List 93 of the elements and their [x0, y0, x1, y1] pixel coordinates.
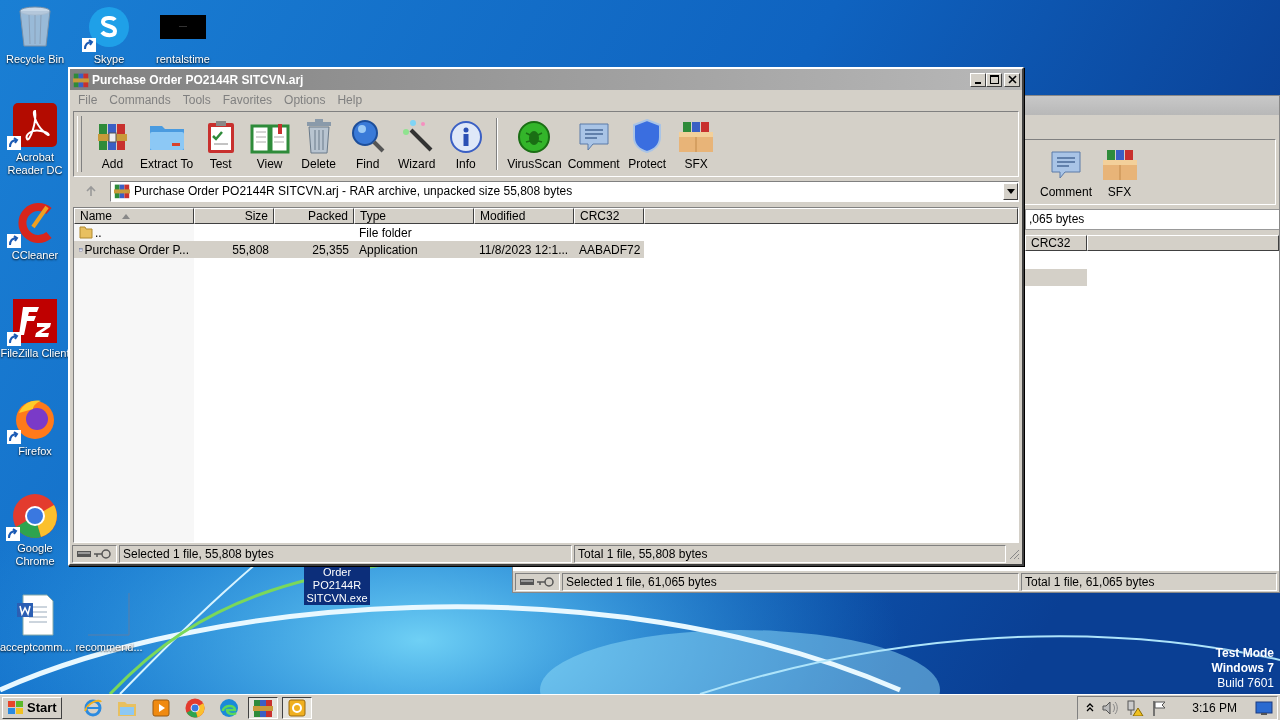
toolbar-button[interactable]: Info [441, 112, 491, 176]
ring-app-icon [287, 698, 306, 717]
taskbar-button[interactable] [281, 696, 312, 719]
books-icon [73, 71, 89, 88]
toolbar-button[interactable]: Delete [294, 112, 344, 176]
table-cell: 25,355 [312, 242, 349, 257]
edge-icon [218, 697, 239, 718]
folder-icon [79, 226, 93, 239]
column-header[interactable]: Modified [474, 208, 574, 224]
toolbar-button[interactable]: VirusScan [504, 112, 565, 176]
column-header[interactable]: Name [74, 208, 194, 224]
books-icon [252, 697, 273, 718]
minimize-icon [975, 81, 981, 84]
toolbar-button[interactable]: Wizard [392, 112, 442, 176]
column-header[interactable]: CRC32 [574, 208, 644, 224]
icon-label[interactable]: CCleaner [11, 249, 59, 262]
drive-icon [77, 550, 91, 557]
chevron-up-icon[interactable] [1086, 703, 1095, 712]
table-cell: Purchase Order P... [84, 242, 189, 257]
table-cell: .. [95, 225, 102, 240]
media-player-icon [151, 698, 170, 717]
minimize-button[interactable] [970, 72, 986, 87]
maximize-icon [989, 75, 999, 84]
status-text: Total 1 file, 61,065 bytes [1021, 572, 1277, 591]
toolbar-button[interactable]: SFX [1095, 140, 1144, 204]
dropdown-button[interactable] [1003, 182, 1018, 200]
icon-label[interactable]: Acrobat Reader DC [0, 151, 70, 177]
recycle-bin-icon [17, 5, 53, 49]
windows-logo-icon [7, 699, 25, 716]
status-text: Selected 1 file, 61,065 bytes [562, 572, 1019, 591]
toolbar-button[interactable]: SFX [671, 112, 721, 176]
bug-icon [517, 120, 552, 154]
caret-icon [1006, 188, 1015, 194]
speaker-icon[interactable] [1102, 700, 1119, 715]
window-title: Purchase Order PO2144R SITCVN.arj [92, 72, 304, 87]
icon-label[interactable]: Recycle Bin [5, 53, 65, 66]
network-warning-icon[interactable] [1126, 699, 1145, 716]
taskbar-button[interactable] [247, 696, 278, 719]
toolbar-button[interactable]: Comment [1037, 140, 1095, 204]
icon-label[interactable]: Skype [93, 53, 125, 66]
column-header[interactable]: Type [354, 208, 474, 224]
column-header[interactable]: Size [194, 208, 274, 224]
toolbar-button[interactable]: Extract To [137, 112, 197, 176]
shield-icon [631, 118, 664, 154]
toolbar-button[interactable]: Protect [622, 112, 672, 176]
icon-label[interactable]: acceptcomm... [0, 641, 70, 654]
icon-label[interactable]: Order PO2144R SITCVN.exe [304, 566, 370, 605]
address-field[interactable]: Purchase Order PO2144R SITCVN.arj - RAR archive, unpacked size 55,808 bytes [110, 180, 1019, 202]
toolbar-button[interactable]: Comment [564, 112, 623, 176]
filezilla-icon [13, 299, 57, 343]
table-cell: 55,808 [232, 242, 269, 257]
address-field[interactable]: ,065 bytes [1025, 209, 1279, 230]
file-row[interactable]: .. File folder [74, 224, 644, 241]
books-icon [114, 183, 130, 199]
maximize-button[interactable] [986, 72, 1002, 87]
close-button[interactable] [1004, 72, 1020, 87]
image-thumbnail-icon [160, 15, 206, 39]
file-row[interactable]: Purchase Order P... 55,808 25,355 Application 11/8/2023 12:1... AABADF72 [74, 241, 644, 258]
icon-label[interactable]: rentalstime [156, 53, 210, 66]
resize-grip-icon [1008, 547, 1020, 560]
column-header[interactable]: CRC32 [1025, 235, 1087, 251]
clock[interactable]: 3:16 PM [1192, 700, 1237, 715]
toolbar-button[interactable]: Find [343, 112, 393, 176]
icon-label[interactable]: Firefox [18, 445, 52, 458]
search-icon [349, 118, 386, 154]
up-arrow-icon [85, 185, 97, 197]
word-document-icon [15, 593, 55, 637]
acrobat-icon [13, 103, 57, 147]
table-cell: 11/8/2023 12:1... [479, 242, 569, 257]
internet-explorer-icon [82, 697, 103, 718]
os-watermark-text: Build 7601 [1217, 676, 1274, 691]
os-watermark-text: Windows 7 [1211, 661, 1274, 676]
drive-icon [520, 578, 534, 585]
clipboard-icon [205, 120, 236, 154]
toolbar-button[interactable]: Test [196, 112, 246, 176]
close-icon [1007, 75, 1017, 84]
key-icon [94, 548, 112, 559]
status-text: Selected 1 file, 55,808 bytes [119, 544, 572, 563]
skype-icon [88, 6, 130, 48]
table-cell: AABADF72 [579, 242, 641, 257]
table-cell: Application [359, 242, 418, 257]
info-icon [448, 120, 483, 154]
book-icon [249, 122, 290, 154]
column-header[interactable]: Packed [274, 208, 354, 224]
table-cell: File folder [359, 225, 412, 240]
toolbar-button[interactable]: View [245, 112, 295, 176]
start-button[interactable]: Start [2, 696, 62, 719]
icon-label[interactable]: Google Chrome [0, 542, 70, 568]
chrome-icon [12, 493, 58, 539]
key-icon [537, 576, 555, 587]
show-desktop-icon[interactable] [1255, 699, 1273, 716]
status-text: Total 1 file, 55,808 bytes [574, 544, 1006, 563]
toolbar-button[interactable]: Add [88, 112, 137, 176]
